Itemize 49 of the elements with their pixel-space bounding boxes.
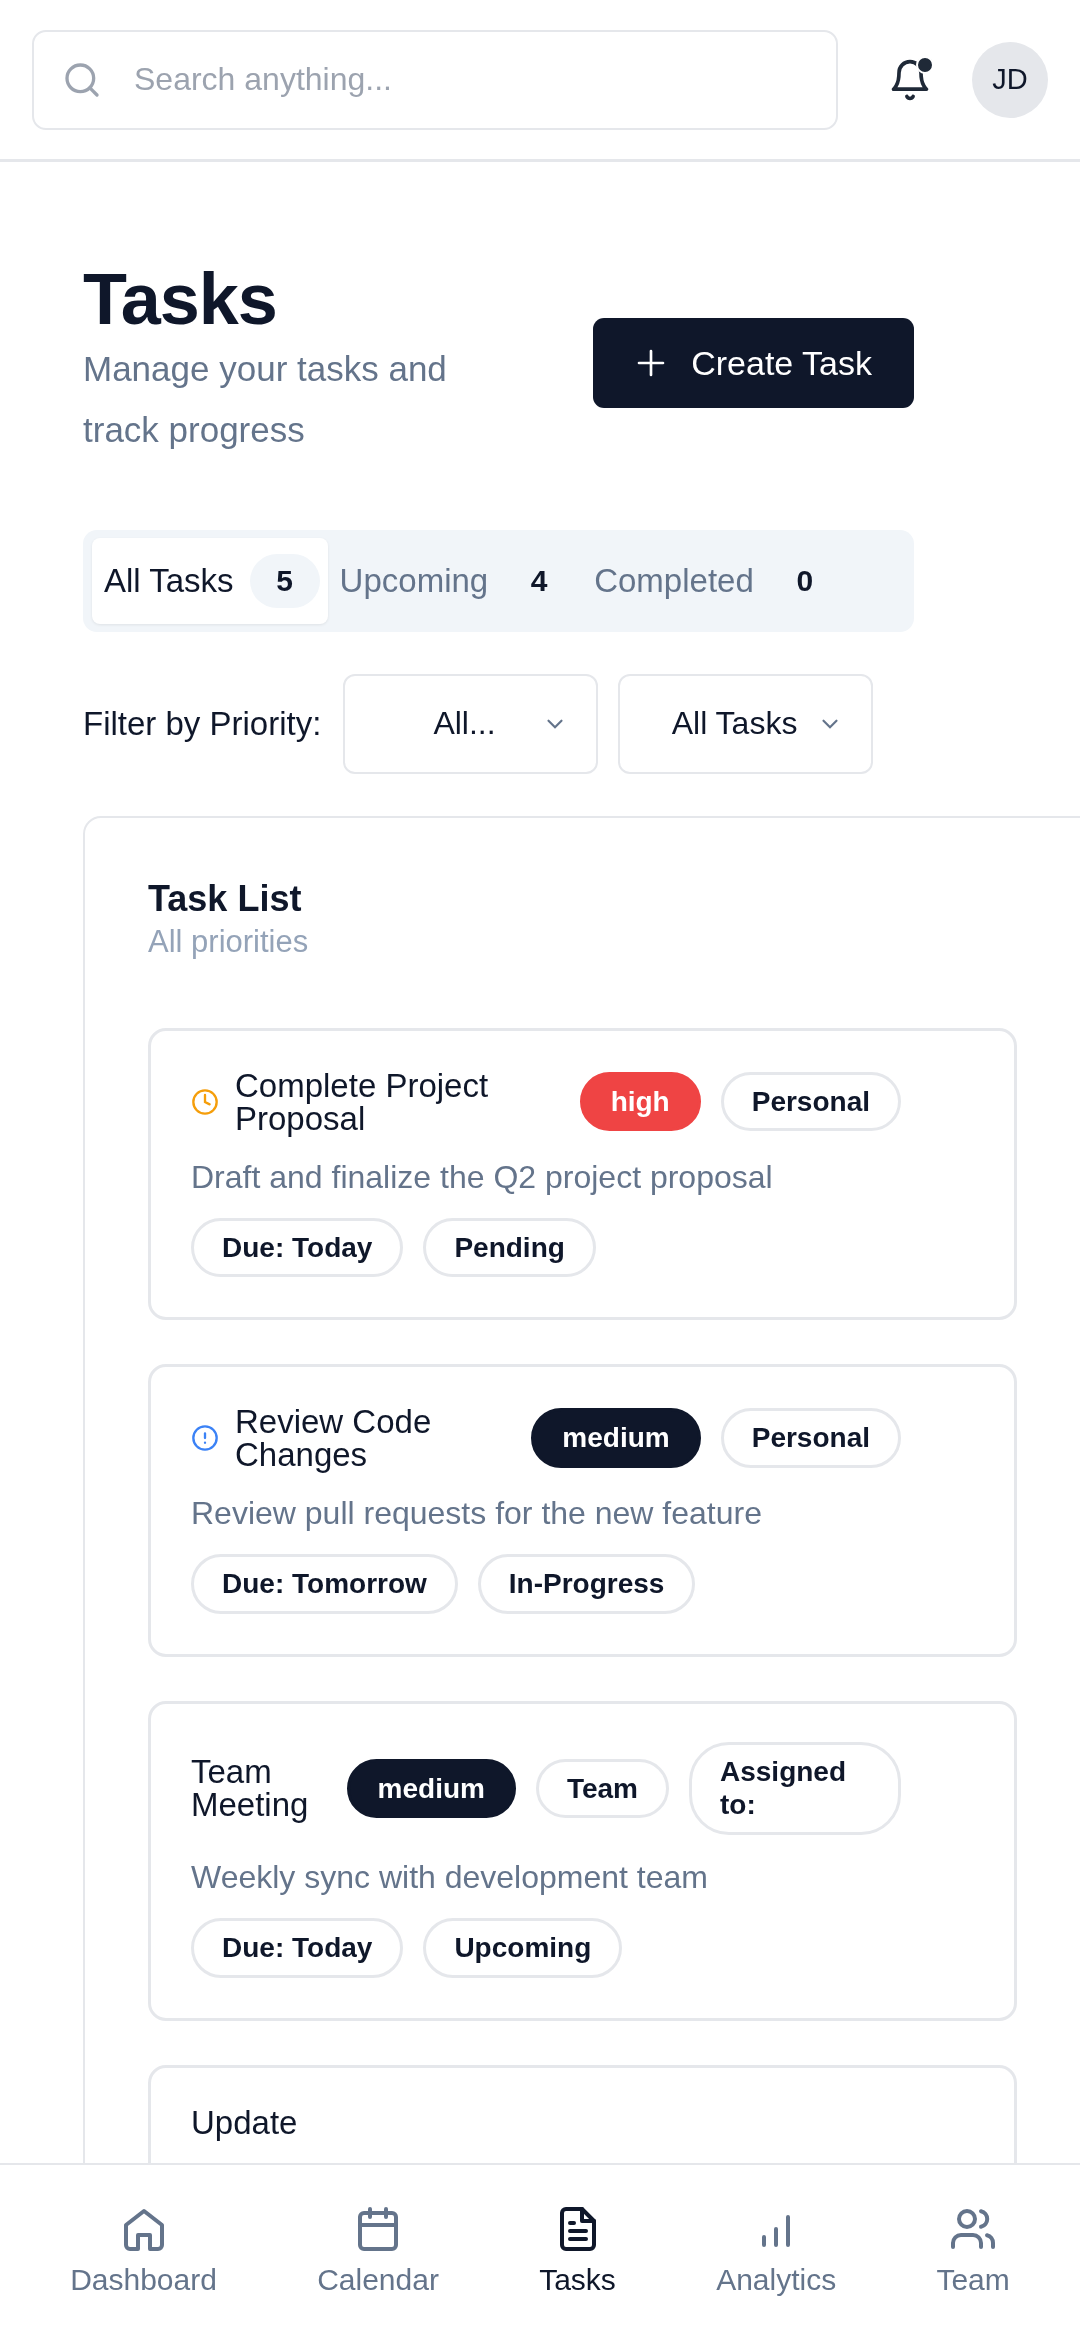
- tag-badge: Personal: [720, 1408, 901, 1468]
- card-title: Task List: [148, 877, 303, 920]
- task-description: Draft and finalize the Q2 project proposal: [191, 1158, 774, 1196]
- status-badge: Due: Tomorrow: [191, 1554, 458, 1614]
- task-title: Update: [191, 2105, 298, 2139]
- priority-badge: high: [579, 1071, 701, 1132]
- tab-count: 5: [249, 553, 320, 608]
- status-badge: In-Progress: [477, 1554, 696, 1614]
- clock-icon: [191, 1087, 219, 1116]
- card-subtitle: All priorities: [148, 923, 310, 960]
- nav-item[interactable]: Team: [936, 2205, 1010, 2297]
- tab-count: 4: [529, 562, 549, 599]
- dropdown[interactable]: All...: [343, 673, 599, 774]
- status-badge: Pending: [423, 1217, 596, 1278]
- tab-count: 0: [795, 562, 815, 599]
- avatar[interactable]: JD: [972, 41, 1048, 118]
- dropdown[interactable]: All Tasks: [618, 673, 874, 774]
- task-card[interactable]: Team Meeting medium Team Assigned to: Weekly sync with development team Due: Today Upcoming: [148, 1700, 1017, 2021]
- task-title: Review Code Changes: [235, 1405, 433, 1472]
- page-title: Tasks: [83, 262, 278, 338]
- tab-label: All Tasks: [104, 561, 234, 600]
- nav-item[interactable]: Calendar: [317, 2205, 439, 2297]
- search-field[interactable]: Search anything...: [32, 29, 838, 130]
- tab-label: Upcoming: [339, 561, 489, 600]
- alert-icon: [191, 1424, 219, 1453]
- tag-badge: Assigned to:: [689, 1741, 901, 1835]
- create-task-button[interactable]: Create Task: [593, 318, 914, 408]
- priority-badge: medium: [531, 1408, 701, 1468]
- task-description: Review pull requests for the new feature: [191, 1495, 763, 1533]
- tag-badge: Personal: [720, 1071, 901, 1132]
- tag-badge: Team: [535, 1758, 669, 1819]
- nav-item[interactable]: Tasks: [539, 2205, 616, 2297]
- tab[interactable]: All Tasks 5: [92, 537, 328, 624]
- task-description: Weekly sync with development team: [191, 1858, 709, 1896]
- status-badge: Due: Today: [191, 1917, 404, 1978]
- tab-label: Completed: [594, 561, 754, 600]
- task-card[interactable]: Complete Project Proposal high Personal Draft and finalize the Q2 project proposal Due: Today Pending: [148, 1027, 1017, 1321]
- tab[interactable]: Completed 0: [582, 537, 848, 624]
- nav-item[interactable]: Analytics: [716, 2205, 837, 2297]
- filter-label: Filter by Priority:: [83, 704, 322, 743]
- tab[interactable]: Upcoming 4: [327, 537, 583, 624]
- page-subtitle: Manage your tasks and track progress: [83, 347, 448, 451]
- status-badge: Upcoming: [423, 1917, 623, 1978]
- priority-badge: medium: [346, 1758, 516, 1819]
- task-title: Complete Project Proposal: [235, 1068, 490, 1135]
- nav-item[interactable]: Dashboard: [70, 2205, 217, 2297]
- task-title: Team Meeting: [191, 1755, 310, 1822]
- status-badge: Due: Today: [191, 1217, 404, 1278]
- task-card[interactable]: Review Code Changes medium Personal Review pull requests for the new feature Due: Tomorrow In-Progress: [148, 1364, 1017, 1657]
